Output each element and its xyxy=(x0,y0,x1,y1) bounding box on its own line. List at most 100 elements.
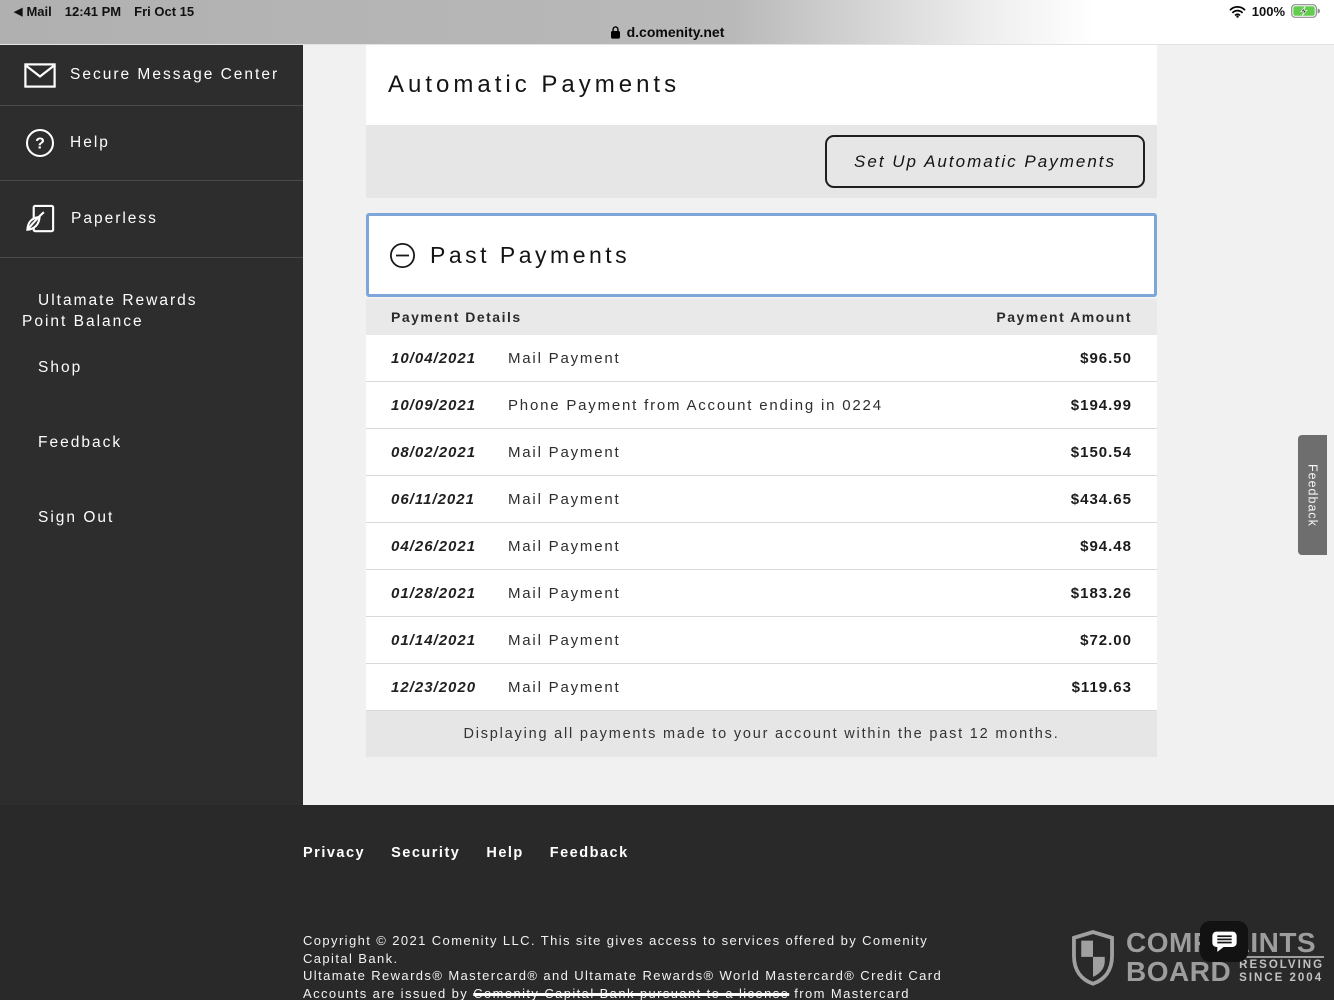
payment-description: Mail Payment xyxy=(482,491,1071,508)
copyright-line-1: Copyright © 2021 Comenity LLC. This site… xyxy=(303,933,928,948)
payment-date: 08/02/2021 xyxy=(366,444,482,461)
table-row: 12/23/2020 Mail Payment $119.63 xyxy=(366,664,1157,711)
footer-links: Privacy Security Help Feedback xyxy=(303,845,629,861)
table-row: 08/02/2021 Mail Payment $150.54 xyxy=(366,429,1157,476)
footer-link-help[interactable]: Help xyxy=(486,845,523,861)
url-text: d.comenity.net xyxy=(627,24,725,40)
payment-amount: $194.99 xyxy=(1071,397,1157,414)
back-icon: ◀ xyxy=(14,5,22,18)
sidebar-item-label: Paperless xyxy=(71,210,158,228)
payments-table: Payment Details Payment Amount 10/04/202… xyxy=(366,299,1157,757)
past-payments-title: Past Payments xyxy=(430,242,630,269)
complaintsboard-watermark: COMPLAINTS BOARD RESOLVING SINCE 2004 xyxy=(1070,930,1324,986)
payment-date: 06/11/2021 xyxy=(366,491,482,508)
sidebar-item-label: Ultamate Rewards Point Balance xyxy=(22,290,230,332)
column-header-payment-amount: Payment Amount xyxy=(996,309,1132,325)
envelope-icon xyxy=(24,63,56,88)
watermark-title-bottom: BOARD xyxy=(1126,959,1231,985)
address-bar[interactable]: d.comenity.net xyxy=(0,20,1334,44)
payment-description: Mail Payment xyxy=(482,444,1071,461)
feedback-side-tab[interactable]: Feedback xyxy=(1298,435,1327,555)
sidebar-item-label: Help xyxy=(70,134,110,152)
payment-amount: $72.00 xyxy=(1080,632,1157,649)
copyright-line-4-end: from Mastercard xyxy=(789,986,910,1000)
battery-percent: 100% xyxy=(1252,4,1285,19)
sidebar-item-feedback[interactable]: Feedback xyxy=(0,432,303,453)
page-title: Automatic Payments xyxy=(388,71,680,99)
shield-icon xyxy=(1070,930,1116,986)
payments-note: Displaying all payments made to your acc… xyxy=(366,711,1157,757)
automatic-payments-section: Automatic Payments xyxy=(366,45,1157,125)
payment-description: Mail Payment xyxy=(482,585,1071,602)
status-bar: ◀ Mail 12:41 PM Fri Oct 15 100% xyxy=(0,0,1334,22)
payment-amount: $96.50 xyxy=(1080,350,1157,367)
table-row: 06/11/2021 Mail Payment $434.65 xyxy=(366,476,1157,523)
lock-icon xyxy=(610,25,621,40)
footer-link-feedback[interactable]: Feedback xyxy=(550,845,629,861)
copyright-line-2: Capital Bank. xyxy=(303,951,399,966)
question-circle-icon: ? xyxy=(24,127,56,159)
payment-date: 01/14/2021 xyxy=(366,632,482,649)
sidebar-item-shop[interactable]: Shop xyxy=(0,357,303,378)
payment-description: Mail Payment xyxy=(482,632,1080,649)
sidebar-item-paperless[interactable]: Paperless xyxy=(0,181,303,258)
table-row: 10/04/2021 Mail Payment $96.50 xyxy=(366,335,1157,382)
table-row: 01/14/2021 Mail Payment $72.00 xyxy=(366,617,1157,664)
paperless-leaf-icon xyxy=(24,203,57,236)
svg-text:?: ? xyxy=(35,136,45,153)
payment-date: 10/09/2021 xyxy=(366,397,482,414)
watermark-tagline-line1: RESOLVING xyxy=(1239,959,1324,972)
past-payments-panel-header[interactable]: Past Payments xyxy=(366,213,1157,297)
sidebar-nav: Secure Message Center ? Help Paperless U… xyxy=(0,45,303,805)
footer-link-security[interactable]: Security xyxy=(391,845,460,861)
footer-link-privacy[interactable]: Privacy xyxy=(303,845,365,861)
watermark-tagline: RESOLVING SINCE 2004 xyxy=(1239,956,1324,985)
payment-amount: $150.54 xyxy=(1071,444,1157,461)
payment-amount: $119.63 xyxy=(1072,679,1157,696)
sidebar-item-label: Secure Message Center xyxy=(70,66,279,84)
payment-description: Mail Payment xyxy=(482,679,1072,696)
sidebar-item-label: Sign Out xyxy=(38,507,303,528)
back-to-mail-button[interactable]: ◀ Mail xyxy=(14,4,52,19)
chat-bubble-icon xyxy=(1211,930,1238,954)
payment-amount: $183.26 xyxy=(1071,585,1157,602)
sidebar-item-help[interactable]: ? Help xyxy=(0,106,303,181)
sidebar-item-sign-out[interactable]: Sign Out xyxy=(0,507,303,528)
sidebar-item-label: Feedback xyxy=(38,432,303,453)
payment-amount: $434.65 xyxy=(1071,491,1157,508)
payment-date: 01/28/2021 xyxy=(366,585,482,602)
payment-description: Phone Payment from Account ending in 022… xyxy=(482,397,1071,414)
copyright-line-4: Accounts are issued by xyxy=(303,986,473,1000)
footer: Privacy Security Help Feedback Copyright… xyxy=(0,805,1334,1000)
minus-circle-icon[interactable] xyxy=(389,242,416,269)
copyright-text: Copyright © 2021 Comenity LLC. This site… xyxy=(303,932,1033,1000)
payment-date: 10/04/2021 xyxy=(366,350,482,367)
setup-button-section: Set Up Automatic Payments xyxy=(366,125,1157,198)
chat-widget-button[interactable] xyxy=(1200,921,1248,962)
feedback-tab-label: Feedback xyxy=(1306,464,1320,527)
top-bar: ◀ Mail 12:41 PM Fri Oct 15 100% xyxy=(0,0,1334,45)
copyright-struck-text: Comenity Capital Bank pursuant to a lice… xyxy=(473,986,789,1000)
table-row: 01/28/2021 Mail Payment $183.26 xyxy=(366,570,1157,617)
wifi-icon xyxy=(1229,5,1246,18)
back-app-label: Mail xyxy=(26,4,51,19)
sidebar-item-secure-message-center[interactable]: Secure Message Center xyxy=(0,45,303,106)
payment-description: Mail Payment xyxy=(482,538,1080,555)
sidebar-item-rewards-point-balance[interactable]: Ultamate Rewards Point Balance xyxy=(0,290,230,332)
main-card: Automatic Payments Set Up Automatic Paym… xyxy=(366,45,1157,757)
table-row: 10/09/2021 Phone Payment from Account en… xyxy=(366,382,1157,429)
payment-amount: $94.48 xyxy=(1080,538,1157,555)
screen: ◀ Mail 12:41 PM Fri Oct 15 100% xyxy=(0,0,1334,1000)
payment-description: Mail Payment xyxy=(482,350,1080,367)
setup-automatic-payments-button[interactable]: Set Up Automatic Payments xyxy=(825,135,1145,188)
battery-charging-icon xyxy=(1291,4,1320,18)
column-header-payment-details: Payment Details xyxy=(391,309,522,325)
clock-time: 12:41 PM xyxy=(65,4,121,19)
table-header-row: Payment Details Payment Amount xyxy=(366,299,1157,335)
copyright-line-3: Ultamate Rewards® Mastercard® and Ultama… xyxy=(303,968,942,983)
sidebar-item-label: Shop xyxy=(38,357,303,378)
watermark-tagline-line2: SINCE 2004 xyxy=(1239,972,1324,985)
payment-date: 12/23/2020 xyxy=(366,679,482,696)
table-row: 04/26/2021 Mail Payment $94.48 xyxy=(366,523,1157,570)
clock-date: Fri Oct 15 xyxy=(134,4,194,19)
